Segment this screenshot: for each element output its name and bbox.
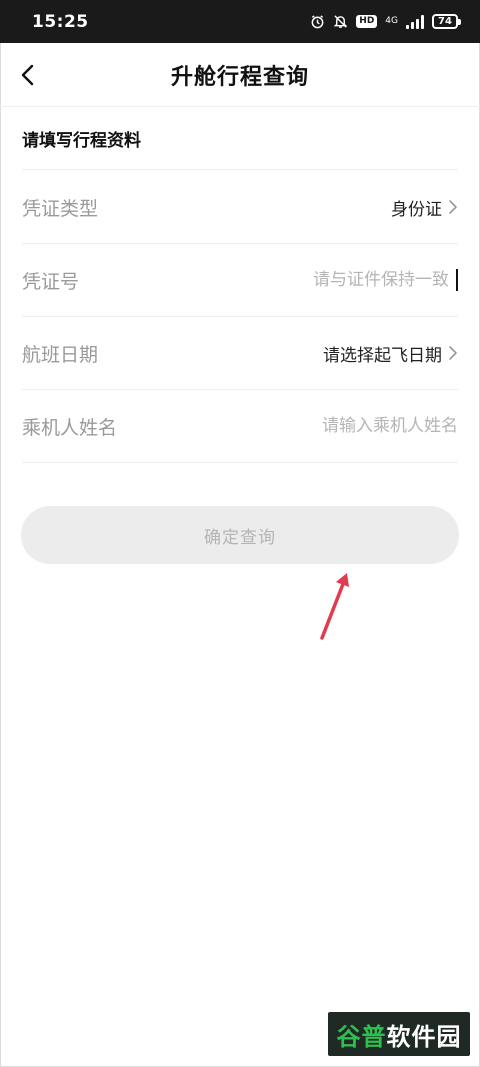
network-type: 4G bbox=[385, 17, 398, 26]
arrow-annotation-icon bbox=[320, 573, 349, 640]
certificate-type-value[interactable]: 身份证 bbox=[391, 195, 458, 220]
battery-level: 74 bbox=[438, 16, 452, 27]
flight-date-text: 请选择起飞日期 bbox=[323, 345, 442, 366]
flight-date-row[interactable]: 航班日期 请选择起飞日期 bbox=[22, 317, 458, 390]
signal-icon bbox=[406, 14, 424, 29]
battery-icon: 74 bbox=[432, 14, 461, 29]
certificate-type-label: 凭证类型 bbox=[22, 197, 99, 220]
watermark-part-a: 谷普 bbox=[336, 1022, 387, 1051]
certificate-number-row: 凭证号 bbox=[22, 244, 458, 317]
network-label: 4G bbox=[385, 16, 398, 26]
passenger-name-input[interactable] bbox=[238, 416, 458, 436]
watermark-logo: 谷普 软件园 bbox=[328, 1012, 470, 1056]
certificate-number-wrap bbox=[229, 269, 458, 291]
submit-query-button[interactable]: 确定查询 bbox=[21, 506, 459, 564]
nav-bar: 升舱行程查询 bbox=[0, 43, 480, 107]
chevron-right-icon bbox=[449, 200, 457, 214]
status-time: 15:25 bbox=[32, 11, 89, 32]
chevron-left-icon bbox=[21, 64, 34, 86]
flight-date-label: 航班日期 bbox=[22, 343, 99, 366]
passenger-name-label: 乘机人姓名 bbox=[22, 416, 118, 439]
mute-bell-icon bbox=[333, 14, 348, 29]
text-caret bbox=[456, 269, 458, 291]
chevron-right-icon bbox=[449, 346, 457, 360]
page-title: 升舱行程查询 bbox=[170, 64, 309, 90]
flight-date-value[interactable]: 请选择起飞日期 bbox=[323, 341, 458, 366]
certificate-type-text: 身份证 bbox=[391, 199, 442, 220]
passenger-name-wrap bbox=[238, 416, 458, 436]
watermark-part-b: 软件园 bbox=[386, 1022, 462, 1051]
back-button[interactable] bbox=[10, 57, 46, 93]
alarm-icon bbox=[310, 14, 325, 29]
status-bar: 15:25 HD 4G 74 bbox=[0, 0, 480, 43]
hd-badge: HD bbox=[356, 15, 378, 28]
certificate-number-label: 凭证号 bbox=[22, 270, 80, 293]
section-title: 请填写行程资料 bbox=[22, 107, 458, 170]
certificate-type-row[interactable]: 凭证类型 身份证 bbox=[22, 171, 458, 244]
status-icons: HD 4G 74 bbox=[310, 14, 461, 29]
certificate-number-input[interactable] bbox=[229, 270, 449, 290]
passenger-name-row: 乘机人姓名 bbox=[22, 390, 458, 463]
